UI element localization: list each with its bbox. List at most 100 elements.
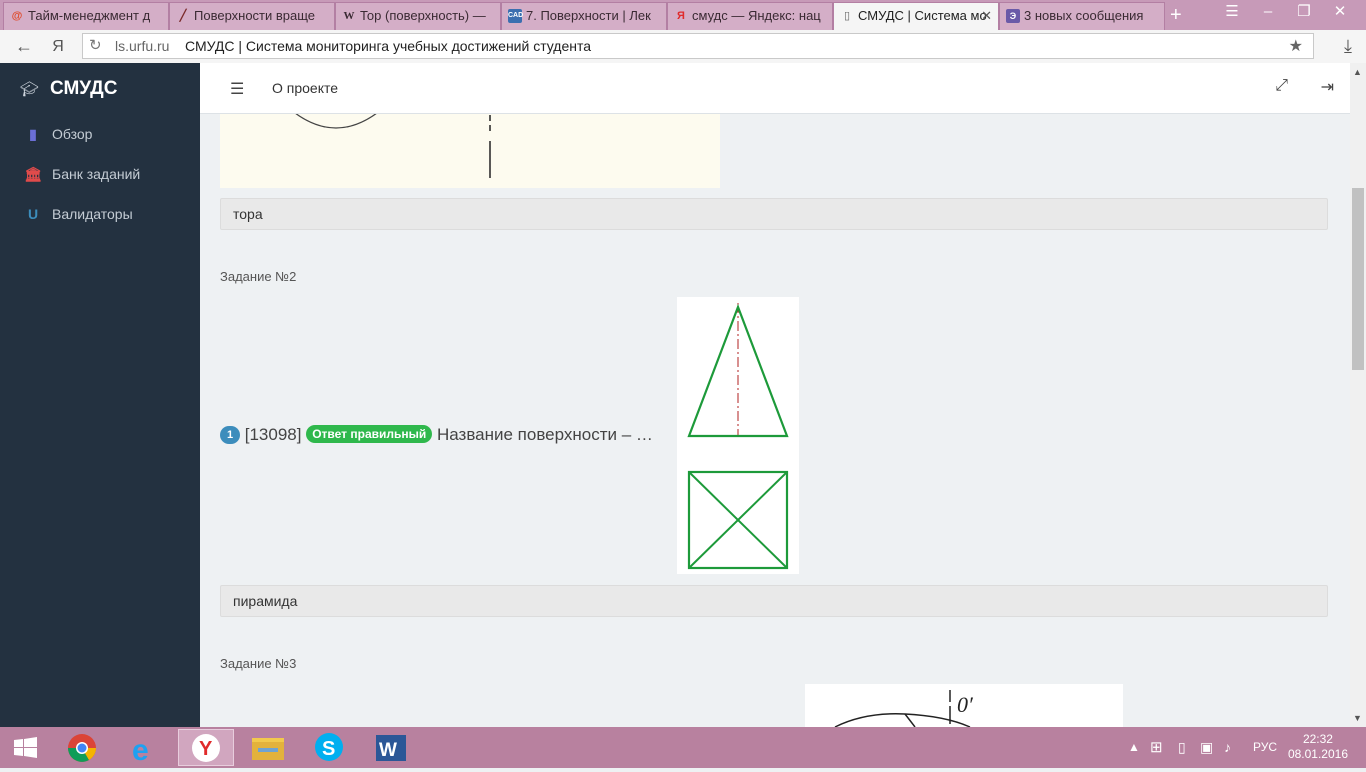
new-tab-button[interactable]: +	[1170, 2, 1190, 28]
scroll-down-icon[interactable]: ▼	[1353, 713, 1362, 723]
graduation-cap-icon: 🎓︎	[20, 81, 40, 98]
start-button[interactable]	[0, 729, 56, 766]
mail-icon: Э	[1006, 9, 1020, 23]
logout-icon[interactable]: ⇥	[1321, 77, 1334, 97]
yandex-icon: Я	[677, 10, 685, 22]
back-icon[interactable]: ←	[10, 30, 38, 63]
fullscreen-icon[interactable]: ⤢	[1275, 77, 1288, 95]
answer-field: пирамида	[220, 585, 1328, 617]
word-icon: W	[376, 735, 406, 761]
sidebar-item-task-bank[interactable]: 🏛︎ Банк заданий	[22, 163, 192, 185]
question-id: [13098]	[244, 425, 302, 444]
sidebar-item-label: Валидаторы	[52, 206, 133, 222]
page-icon: ▯	[843, 10, 851, 22]
yandex-browser-icon: Y	[192, 734, 220, 762]
task3-figure: 0′	[805, 684, 1123, 727]
sidebar-item-label: Обзор	[52, 126, 93, 142]
skype-app[interactable]: S	[302, 729, 358, 766]
answer-field: тора	[220, 198, 1328, 230]
browser-tab[interactable]: @ Тайм-менеджмент д	[3, 2, 169, 30]
folder-icon	[252, 738, 284, 760]
clock-date: 08.01.2016	[1287, 747, 1348, 761]
sidebar-item-label: Банк заданий	[52, 166, 141, 182]
magnet-icon: U	[27, 206, 39, 222]
sidebar-toggle-icon[interactable]: ☰	[230, 79, 244, 99]
minimize-button[interactable]: –	[1250, 0, 1286, 28]
question-text: Название поверхности – …	[436, 425, 653, 444]
sidebar-item-validators[interactable]: U Валидаторы	[22, 203, 192, 225]
svg-text:Y: Y	[199, 738, 213, 760]
bookmark-star-icon[interactable]: ★	[1289, 36, 1303, 56]
question-number-badge: 1	[220, 426, 240, 444]
wikipedia-icon: W	[343, 10, 355, 22]
pyramid-figure	[677, 297, 799, 574]
status-badge: Ответ правильный	[306, 425, 433, 443]
spiral-icon: @	[11, 10, 23, 22]
address-bar-area: ← Я ↻ ls.urfu.ru СМУДС | Система монитор…	[0, 30, 1366, 64]
browser-tab[interactable]: W Тор (поверхность) —	[335, 2, 501, 30]
bar-chart-icon: ▮	[29, 126, 37, 142]
internet-explorer-app[interactable]: e	[116, 729, 172, 767]
pyramid-drawing	[687, 303, 789, 570]
pen-icon: ╱	[179, 10, 187, 22]
task-title: Задание №2	[220, 269, 297, 284]
browser-tab[interactable]: Я смудс — Яндекс: нац	[667, 2, 833, 30]
tab-label: Тор (поверхность) —	[360, 8, 486, 23]
bank-icon: 🏛︎	[24, 166, 42, 182]
tab-label: Тайм-менеджмент д	[28, 8, 151, 23]
close-window-button[interactable]: ✕	[1322, 0, 1358, 28]
svg-text:S: S	[322, 738, 335, 760]
sidebar-item-overview[interactable]: ▮ Обзор	[22, 123, 192, 145]
network-icon[interactable]: ▣	[1200, 727, 1213, 768]
skype-icon: S	[315, 733, 343, 761]
yandex-browser-app[interactable]: Y	[178, 729, 234, 766]
tab-label: смудс — Яндекс: нац	[692, 8, 821, 23]
scroll-up-icon[interactable]: ▲	[1353, 67, 1362, 77]
tab-label: 3 новых сообщения	[1024, 8, 1144, 23]
svg-text:e: e	[132, 734, 149, 766]
tab-label: СМУДС | Система мо	[858, 8, 987, 23]
question-line: 1 [13098] Ответ правильный Название пове…	[220, 425, 653, 445]
brand[interactable]: 🎓︎ СМУДС	[20, 78, 117, 100]
browser-tab[interactable]: ╱ Поверхности враще	[169, 2, 335, 30]
clock-time: 22:32	[1302, 732, 1333, 746]
windows-icon	[14, 737, 37, 758]
browser-tab-strip: @ Тайм-менеджмент д ╱ Поверхности враще …	[0, 0, 1366, 30]
menu-icon[interactable]: ☰	[1214, 0, 1250, 28]
tray-arrow-icon[interactable]: ▲	[1128, 727, 1140, 768]
cad-icon: CAD	[508, 9, 523, 23]
language-indicator[interactable]: РУС	[1253, 727, 1277, 768]
reload-icon[interactable]: ↻	[89, 36, 102, 54]
scrollbar-thumb[interactable]	[1352, 188, 1364, 370]
top-header: ☰ О проекте ⤢ ⇥	[200, 63, 1350, 114]
figure-label: 0′	[957, 692, 973, 717]
main-content: тора Задание №2 1 [13098] Ответ правильн…	[200, 63, 1350, 727]
chrome-icon	[68, 734, 96, 762]
browser-tab-active[interactable]: ▯ СМУДС | Система мо ✕	[833, 2, 999, 30]
url-page-title: СМУДС | Система мониторинга учебных дост…	[185, 38, 592, 54]
battery-icon[interactable]: ▯	[1178, 727, 1186, 768]
tab-label: 7. Поверхности | Лек	[526, 8, 651, 23]
tab-label: Поверхности враще	[194, 8, 316, 23]
action-center-icon[interactable]: ⊞	[1150, 727, 1163, 768]
restore-button[interactable]: ❐	[1286, 0, 1322, 28]
url-field[interactable]: ↻ ls.urfu.ru СМУДС | Система мониторинга…	[82, 33, 1314, 59]
svg-text:W: W	[379, 740, 397, 761]
clock[interactable]: 22:32 08.01.2016	[1288, 732, 1348, 762]
taskbar: e Y S W ▲ ⊞ ▯ ▣ ♪ РУС 22:32 08.01.2016	[0, 727, 1366, 768]
brand-name: СМУДС	[50, 78, 118, 99]
sidebar: 🎓︎ СМУДС ▮ Обзор 🏛︎ Банк заданий U Валидатор…	[0, 63, 200, 727]
browser-tab[interactable]: CAD 7. Поверхности | Лек	[501, 2, 667, 30]
yandex-button[interactable]: Я	[44, 30, 72, 63]
page-scrollbar[interactable]: ▲ ▼	[1350, 63, 1366, 727]
chrome-app[interactable]	[54, 729, 110, 766]
download-icon[interactable]: ⤓	[1344, 36, 1352, 57]
about-link[interactable]: О проекте	[272, 80, 338, 96]
word-app[interactable]: W	[364, 729, 420, 766]
close-tab-icon[interactable]: ✕	[981, 3, 992, 29]
url-domain: ls.urfu.ru	[115, 38, 170, 54]
file-explorer-app[interactable]	[240, 729, 296, 766]
internet-explorer-icon: e	[132, 734, 149, 767]
volume-icon[interactable]: ♪	[1224, 727, 1231, 768]
browser-tab[interactable]: Э 3 новых сообщения	[999, 2, 1165, 30]
